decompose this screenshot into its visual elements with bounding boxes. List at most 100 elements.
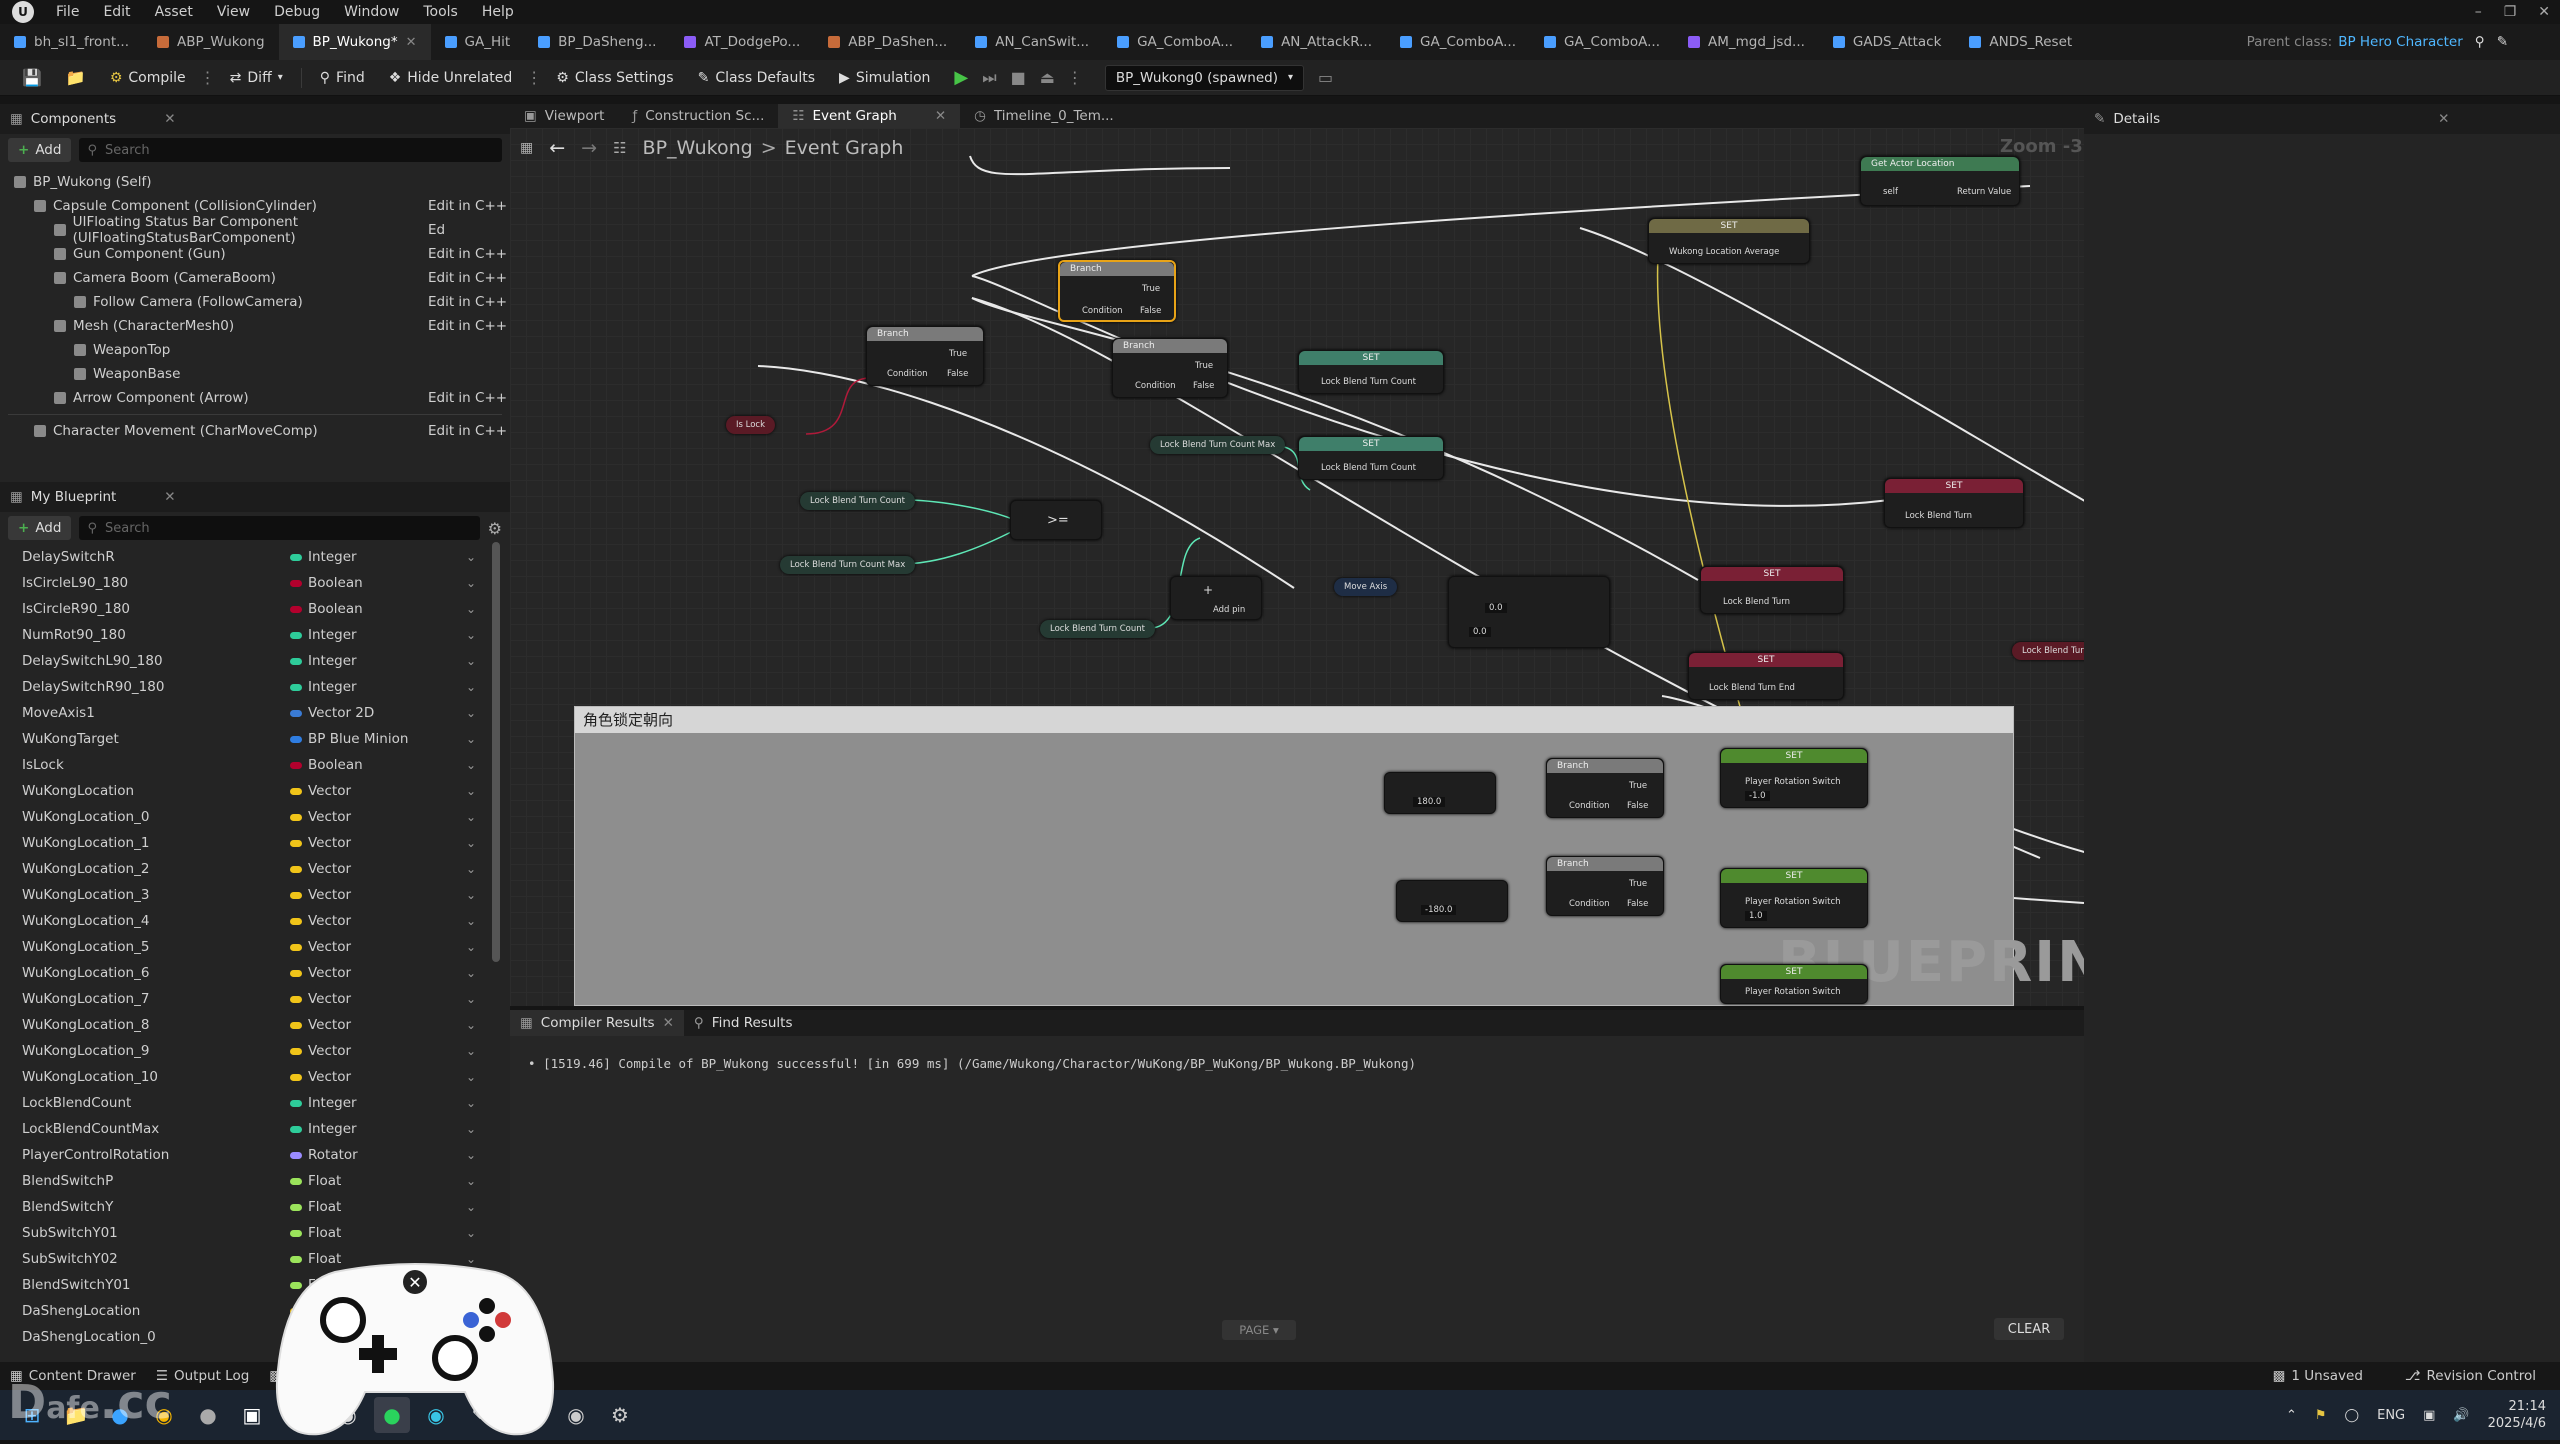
- get-actor-location-node[interactable]: Get Actor Location self Return Value: [1860, 156, 2020, 206]
- value-pin[interactable]: 1.0: [1745, 911, 1767, 921]
- variable-type[interactable]: Rotator: [308, 1147, 358, 1163]
- compile-button[interactable]: ⚙ Compile: [100, 64, 196, 92]
- set-node[interactable]: SET Lock Blend Turn Count: [1298, 350, 1444, 394]
- settings-gear-icon[interactable]: ⚙: [488, 519, 502, 538]
- visibility-eye-icon[interactable]: ⌄: [466, 576, 476, 590]
- document-tab[interactable]: AT_DodgePo...: [670, 24, 814, 60]
- compile-options-icon[interactable]: ⋮: [200, 68, 216, 87]
- component-tree-item[interactable]: Arrow Component (Arrow) Edit in C++: [0, 386, 510, 410]
- component-tree-item[interactable]: UIFloating Status Bar Component (UIFloat…: [0, 214, 510, 246]
- graph-tab[interactable]: ▣ Viewport: [510, 104, 618, 128]
- visibility-eye-icon[interactable]: ⌄: [466, 1070, 476, 1084]
- variable-type[interactable]: Float: [308, 1199, 341, 1215]
- set-node[interactable]: SET Player Rotation Switch: [1720, 964, 1868, 1004]
- visibility-eye-icon[interactable]: ⌄: [466, 550, 476, 564]
- variable-type[interactable]: Integer: [308, 1121, 357, 1137]
- class-settings-button[interactable]: ⚙ Class Settings: [546, 64, 683, 92]
- variable-row[interactable]: WuKongLocation_4 Vector ⌄: [0, 908, 510, 934]
- eject-icon[interactable]: ⏏: [1040, 68, 1055, 87]
- document-tab[interactable]: BP_Wukong* ✕: [278, 24, 431, 60]
- clock[interactable]: 21:14 2025/4/6: [2488, 1398, 2546, 1432]
- edit-in-cpp-link[interactable]: Edit in C++: [428, 294, 507, 310]
- variable-row[interactable]: WuKongLocation_2 Vector ⌄: [0, 856, 510, 882]
- class-defaults-button[interactable]: ✎ Class Defaults: [688, 64, 825, 92]
- lock-blend-turn-count-max-getter[interactable]: Lock Blend Turn Count Max: [1150, 436, 1286, 454]
- graph-tab[interactable]: ☷ Event Graph ✕: [778, 104, 961, 128]
- menu-item-asset[interactable]: Asset: [143, 4, 205, 20]
- edit-in-cpp-link[interactable]: Edit in C++: [428, 198, 507, 214]
- document-tab[interactable]: AM_mgd_jsd...: [1674, 24, 1819, 60]
- visibility-eye-icon[interactable]: ⌄: [466, 836, 476, 850]
- value-pin[interactable]: 180.0: [1413, 797, 1446, 807]
- variable-type[interactable]: Vector: [308, 1043, 351, 1059]
- variable-row[interactable]: IsLock Boolean ⌄: [0, 752, 510, 778]
- visibility-eye-icon[interactable]: ⌄: [466, 1148, 476, 1162]
- set-node[interactable]: SET Player Rotation Switch -1.0: [1720, 748, 1868, 808]
- variable-row[interactable]: WuKongLocation_9 Vector ⌄: [0, 1038, 510, 1064]
- network-icon[interactable]: ▣: [2423, 1408, 2435, 1423]
- document-tab[interactable]: bh_sl1_front...: [0, 24, 143, 60]
- my-blueprint-search-input[interactable]: ⚲ Search: [79, 516, 480, 540]
- find-button[interactable]: ⚲ Find: [310, 64, 375, 92]
- store-icon[interactable]: ▣: [234, 1397, 270, 1433]
- variable-type[interactable]: BP Blue Minion: [308, 731, 408, 747]
- component-tree-item[interactable]: Follow Camera (FollowCamera) Edit in C++: [0, 290, 510, 314]
- visibility-eye-icon[interactable]: ⌄: [466, 1122, 476, 1136]
- document-tab[interactable]: ABP_Wukong: [143, 24, 279, 60]
- component-tree-item[interactable]: Gun Component (Gun) Edit in C++: [0, 242, 510, 266]
- menu-item-window[interactable]: Window: [332, 4, 411, 20]
- select-node[interactable]: 0.0 0.0: [1448, 576, 1610, 648]
- document-tab[interactable]: GA_Hit: [431, 24, 525, 60]
- parent-class-link[interactable]: BP Hero Character: [2338, 34, 2463, 50]
- set-node[interactable]: SET Wukong Location Average: [1648, 218, 1810, 264]
- security-icon[interactable]: ⚑: [2315, 1408, 2327, 1423]
- variable-row[interactable]: IsCircleR90_180 Boolean ⌄: [0, 596, 510, 622]
- app-icon[interactable]: ●: [190, 1397, 226, 1433]
- lock-blend-turn-count-getter[interactable]: Lock Blend Turn Count: [800, 492, 915, 510]
- menu-item-help[interactable]: Help: [470, 4, 526, 20]
- graph-tab[interactable]: ƒ Construction Sc...: [618, 104, 778, 128]
- component-tree-item[interactable]: Mesh (CharacterMesh0) Edit in C++: [0, 314, 510, 338]
- variable-type[interactable]: Vector: [308, 835, 351, 851]
- steam-icon[interactable]: ◉: [558, 1397, 594, 1433]
- visibility-eye-icon[interactable]: ⌄: [466, 1018, 476, 1032]
- variable-row[interactable]: WuKongLocation_10 Vector ⌄: [0, 1064, 510, 1090]
- variable-row[interactable]: LockBlendCount Integer ⌄: [0, 1090, 510, 1116]
- menu-item-view[interactable]: View: [205, 4, 262, 20]
- add-pin-label[interactable]: Add pin: [1213, 605, 1245, 615]
- visibility-eye-icon[interactable]: ⌄: [466, 1174, 476, 1188]
- step-icon[interactable]: ⏭: [982, 68, 996, 88]
- variable-type[interactable]: Vector: [308, 1069, 351, 1085]
- find-results-tab[interactable]: ⚲ Find Results: [684, 1010, 803, 1036]
- visibility-eye-icon[interactable]: ⌄: [466, 1200, 476, 1214]
- set-node[interactable]: SET Player Rotation Switch 1.0: [1720, 868, 1868, 928]
- add-member-button[interactable]: + Add: [8, 516, 72, 540]
- menu-item-tools[interactable]: Tools: [411, 4, 470, 20]
- diff-button[interactable]: ⇄ Diff ▾: [220, 64, 293, 92]
- branch-node[interactable]: Branch True Condition False: [1112, 338, 1228, 398]
- visibility-eye-icon[interactable]: ⌄: [466, 940, 476, 954]
- branch-node[interactable]: Branch True Condition False: [866, 326, 984, 386]
- variable-type[interactable]: Vector: [308, 809, 351, 825]
- close-icon[interactable]: ✕: [2438, 111, 2449, 127]
- set-node[interactable]: SET Lock Blend Turn: [1700, 566, 1844, 614]
- close-icon[interactable]: ✕: [2538, 4, 2550, 20]
- document-tab[interactable]: GA_ComboA...: [1103, 24, 1247, 60]
- edit-in-cpp-link[interactable]: Edit in C++: [428, 270, 507, 286]
- compare-node[interactable]: -180.0: [1396, 880, 1508, 922]
- close-icon[interactable]: ✕: [164, 111, 175, 127]
- component-tree-item[interactable]: BP_Wukong (Self): [0, 170, 510, 194]
- details-tab[interactable]: ✎ Details ✕: [2084, 104, 2560, 134]
- document-tab[interactable]: AN_CanSwit...: [961, 24, 1103, 60]
- variable-type[interactable]: Boolean: [308, 601, 363, 617]
- visibility-eye-icon[interactable]: ⌄: [466, 914, 476, 928]
- variable-row[interactable]: LockBlendCountMax Integer ⌄: [0, 1116, 510, 1142]
- edit-in-cpp-link[interactable]: Ed: [428, 222, 445, 238]
- variable-row[interactable]: PlayerControlRotation Rotator ⌄: [0, 1142, 510, 1168]
- hide-unrelated-button[interactable]: ❖ Hide Unrelated: [379, 64, 523, 92]
- variable-row[interactable]: DelaySwitchR90_180 Integer ⌄: [0, 674, 510, 700]
- visibility-eye-icon[interactable]: ⌄: [466, 602, 476, 616]
- visibility-eye-icon[interactable]: ⌄: [466, 1226, 476, 1240]
- variable-row[interactable]: BlendSwitchY Float ⌄: [0, 1194, 510, 1220]
- set-node[interactable]: SET Lock Blend Turn End: [1688, 652, 1844, 700]
